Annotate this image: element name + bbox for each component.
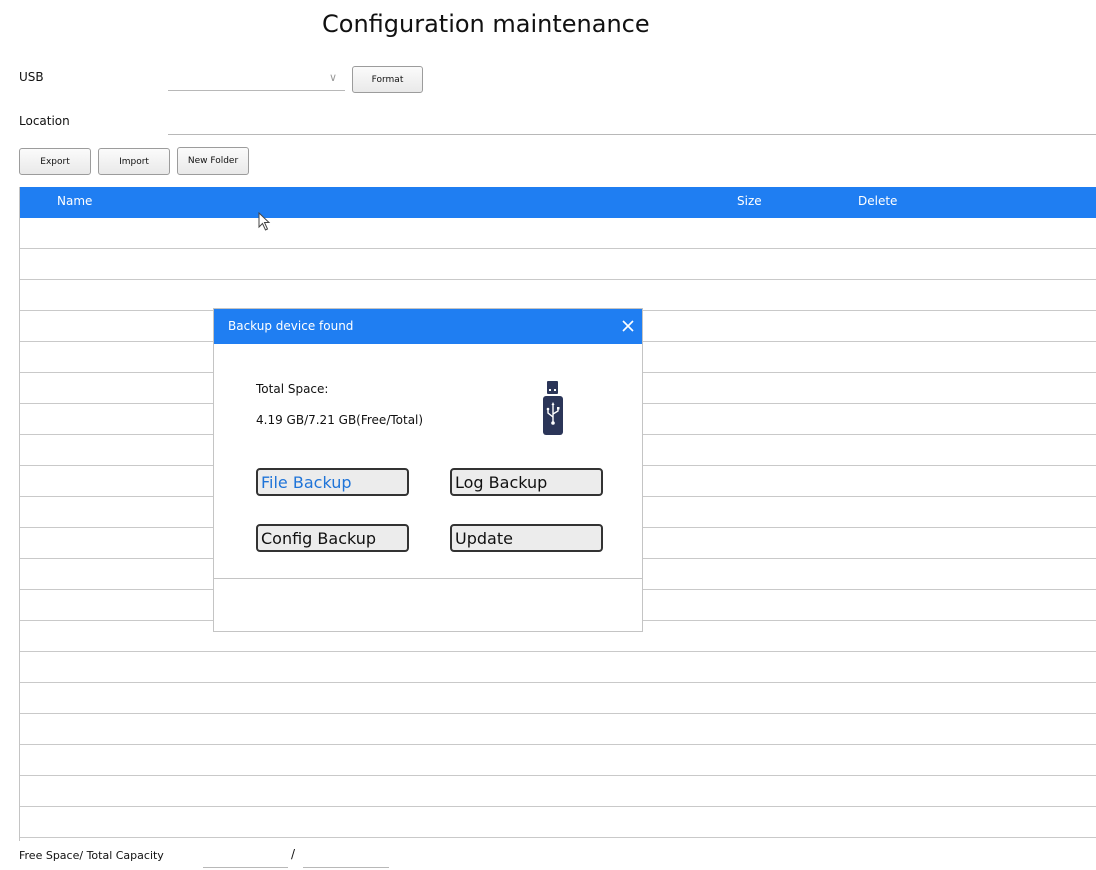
format-button[interactable]: Format — [352, 66, 423, 93]
usb-label: USB — [19, 70, 44, 84]
log-backup-button[interactable]: Log Backup — [450, 468, 603, 496]
dialog-header: Backup device found — [214, 309, 642, 344]
import-button[interactable]: Import — [98, 148, 170, 175]
table-row[interactable] — [20, 683, 1096, 714]
table-row[interactable] — [20, 249, 1096, 280]
backup-device-dialog: Backup device found Total Space: 4.19 GB… — [213, 308, 643, 632]
total-space-label: Total Space: — [256, 382, 329, 396]
update-button[interactable]: Update — [450, 524, 603, 552]
file-backup-button[interactable]: File Backup — [256, 468, 409, 496]
space-value: 4.19 GB/7.21 GB(Free/Total) — [256, 413, 424, 427]
close-icon[interactable] — [620, 318, 636, 334]
column-size-header[interactable]: Size — [737, 194, 762, 208]
new-folder-button[interactable]: New Folder — [177, 147, 249, 175]
column-delete-header[interactable]: Delete — [858, 194, 897, 208]
usb-device-select[interactable]: ∨ — [168, 66, 345, 91]
cursor-icon — [258, 211, 272, 236]
usb-drive-icon — [541, 379, 565, 441]
table-row[interactable] — [20, 714, 1096, 745]
free-space-field — [203, 867, 288, 868]
dialog-footer-divider — [214, 578, 642, 579]
page-title: Configuration maintenance — [322, 10, 650, 38]
footer-capacity-label: Free Space/ Total Capacity — [19, 849, 164, 862]
dialog-title: Backup device found — [228, 319, 354, 333]
config-backup-button[interactable]: Config Backup — [256, 524, 409, 552]
table-row[interactable] — [20, 807, 1096, 838]
location-label: Location — [19, 114, 70, 128]
table-row[interactable] — [20, 776, 1096, 807]
column-name-header[interactable]: Name — [57, 194, 92, 208]
location-field[interactable] — [168, 134, 1096, 135]
table-row[interactable] — [20, 745, 1096, 776]
table-header: Name Size Delete — [20, 187, 1096, 218]
footer-separator: / — [291, 847, 296, 861]
chevron-down-icon: ∨ — [328, 71, 337, 84]
export-button[interactable]: Export — [19, 148, 91, 175]
table-row[interactable] — [20, 280, 1096, 311]
table-row[interactable] — [20, 218, 1096, 249]
total-capacity-field — [303, 867, 389, 868]
table-row[interactable] — [20, 652, 1096, 683]
